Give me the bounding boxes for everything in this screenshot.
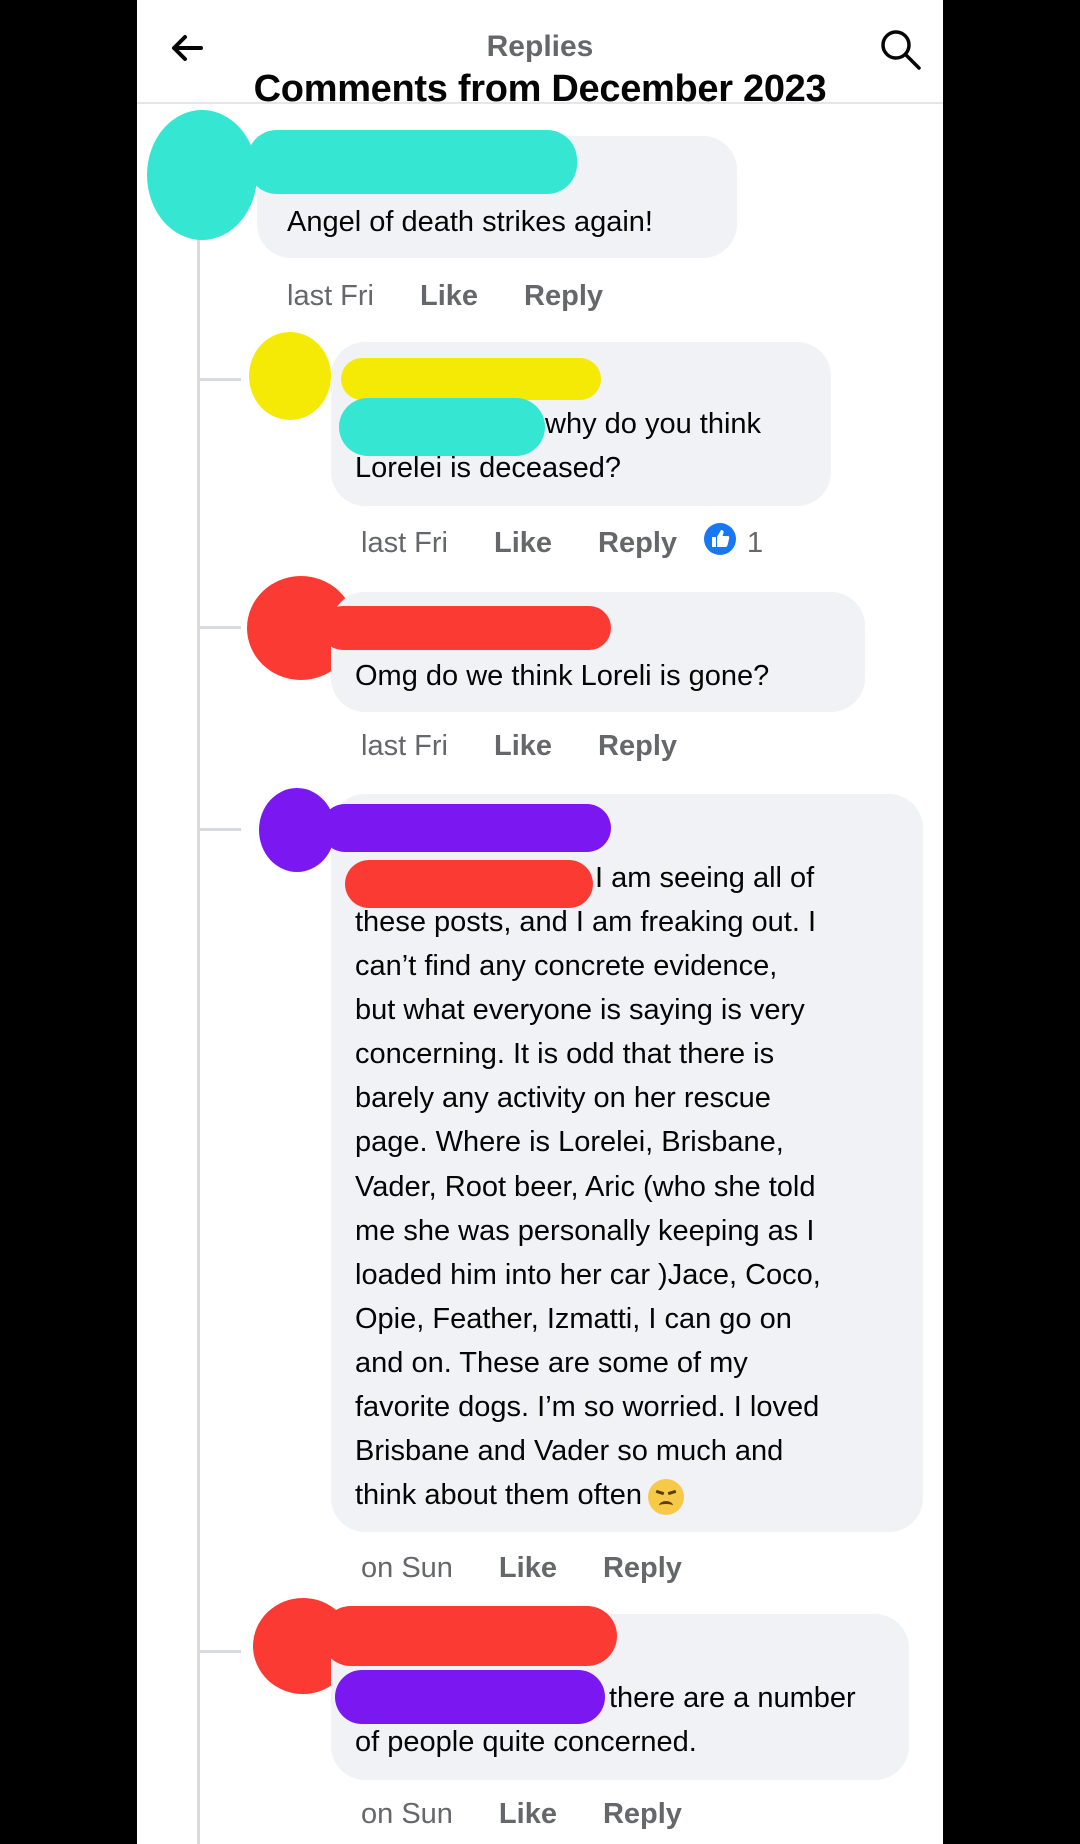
comment-line: Opie, Feather, Izmatti, I can go on [355,1302,792,1335]
thread-connector [197,378,241,381]
comment-bubble: Angel of death strikes again! [247,130,737,258]
thread-line [197,210,200,1844]
like-button[interactable]: Like [499,1552,557,1584]
thread-connector [197,626,241,629]
comment-line: these posts, and I am freaking out. I [355,906,817,938]
comment-time: last Fri [361,730,448,762]
comment-line: favorite dogs. I’m so worried. I loved [355,1391,820,1424]
comment-text: why do you think [545,408,762,440]
comment-line: barely any activity on her rescue [355,1082,771,1115]
comment-text: I am seeing all of [595,862,815,894]
comment-line: think about them often [355,1479,642,1512]
redacted-avatar [249,332,331,420]
reply-button[interactable]: Reply [603,1552,682,1584]
like-reaction-icon [703,522,737,567]
comment-time: last Fri [361,527,448,560]
caption-overlay: Comments from December 2023 [253,68,827,110]
comment-meta: last Fri Like Reply 1 [361,522,763,562]
reaction-count: 1 [747,527,764,560]
comment-line-last: think about them often [355,1473,915,1517]
like-button[interactable]: Like [499,1798,557,1830]
thread-connector [197,828,241,831]
comment-text: there are a number [609,1682,856,1714]
comment-text: Angel of death strikes again! [287,206,653,238]
like-button[interactable]: Like [494,730,552,762]
redacted-username [341,358,601,400]
comment-text: of people quite concerned. [355,1726,697,1758]
redacted-username [321,1606,617,1666]
reply-button[interactable]: Reply [524,280,603,312]
comment-bubble: I am seeing all of these posts, and I am… [321,794,923,1532]
comment-meta: on Sun Like Reply [361,1794,682,1834]
search-icon[interactable] [877,26,923,72]
like-button[interactable]: Like [420,280,478,312]
page-title: Replies [486,30,594,63]
comment-line: Brisbane and Vader so much and [355,1435,784,1468]
reply-button[interactable]: Reply [603,1798,682,1830]
comment-line: Vader, Root beer, Aric (who she told [355,1170,816,1203]
redacted-username [247,130,577,194]
reply-button[interactable]: Reply [598,527,677,559]
redacted-avatar [147,110,257,240]
replies-panel: Replies Comments from December 2023 Ange… [137,0,943,1844]
redacted-username [321,606,611,650]
comment-bubble: why do you think Lorelei is deceased? [331,342,831,506]
redacted-mention [335,1670,605,1724]
comment-time: on Sun [361,1552,453,1584]
comment-bubble: Omg do we think Loreli is gone? [321,592,865,712]
comment-time: last Fri [287,280,374,312]
comment-line: me she was personally keeping as I [355,1214,815,1247]
comment-text-body: these posts, and I am freaking out. I ca… [355,900,915,1517]
comment-text: Omg do we think Loreli is gone? [355,660,770,692]
comment-line: can’t find any concrete evidence, [355,950,778,983]
comment-line: and on. These are some of my [355,1346,748,1379]
redacted-username [321,804,611,852]
comment-meta: last Fri Like Reply [287,276,603,316]
disappointed-face-icon [647,1478,684,1515]
comment-text: Lorelei is deceased? [355,452,622,484]
comment-meta: on Sun Like Reply [361,1548,682,1588]
comment-bubble: there are a number of people quite conce… [321,1606,909,1780]
comment-line: loaded him into her car )Jace, Coco, [355,1258,821,1291]
comment-time: on Sun [361,1798,453,1830]
comment-meta: last Fri Like Reply [361,726,677,766]
comment-line: page. Where is Lorelei, Brisbane, [355,1126,784,1159]
like-button[interactable]: Like [494,527,552,559]
comment-line: but what everyone is saying is very [355,994,805,1027]
thread-connector [197,1650,241,1653]
comment-line: concerning. It is odd that there is [355,1038,775,1071]
reply-button[interactable]: Reply [598,730,677,762]
